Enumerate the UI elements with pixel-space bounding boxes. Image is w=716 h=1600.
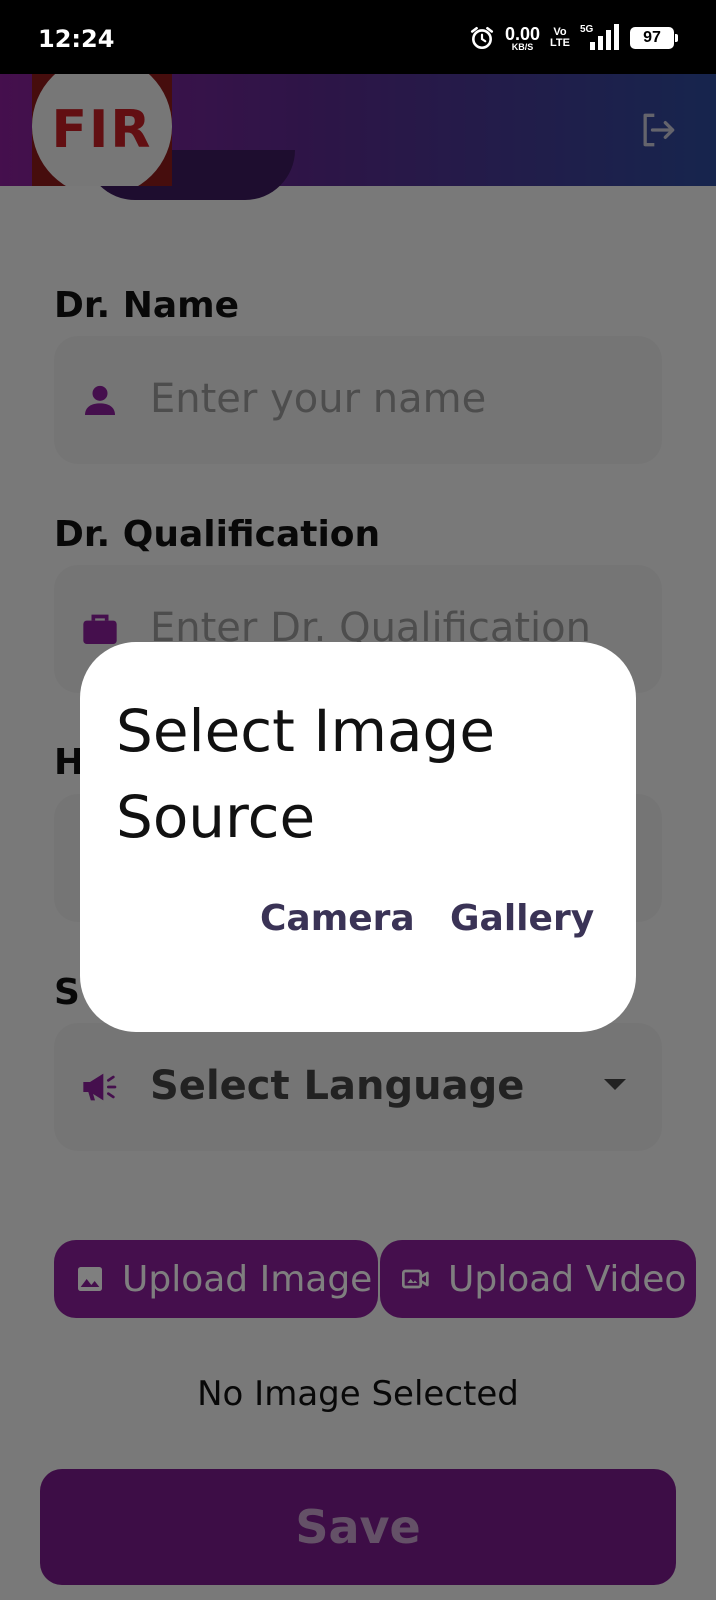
status-icons: 0.00 KB/S Vo LTE 5G 97: [469, 22, 678, 54]
dialog-title-line1: Select Image: [116, 697, 496, 765]
network-speed: 0.00 KB/S: [505, 25, 540, 52]
dialog-title-line2: Source: [116, 783, 316, 851]
battery-icon: 97: [630, 27, 678, 49]
camera-button[interactable]: Camera: [260, 898, 415, 939]
gallery-button[interactable]: Gallery: [450, 898, 594, 939]
volte-indicator: Vo LTE: [550, 27, 570, 49]
dialog-title: Select Image Source: [116, 688, 596, 860]
alarm-icon: [470, 26, 494, 50]
network-speed-unit: KB/S: [511, 41, 534, 52]
status-bar: 12:24 0.00 KB/S Vo LTE 5G 97: [0, 0, 716, 74]
network-speed-value: 0.00: [504, 23, 541, 44]
battery-level: 97: [643, 29, 661, 46]
network-type: 5G: [580, 24, 594, 35]
volte-bottom: LTE: [550, 37, 570, 49]
signal-icon: 5G: [580, 24, 620, 52]
status-time: 12:24: [38, 25, 115, 53]
image-source-dialog: Select Image Source Camera Gallery: [80, 642, 636, 1032]
